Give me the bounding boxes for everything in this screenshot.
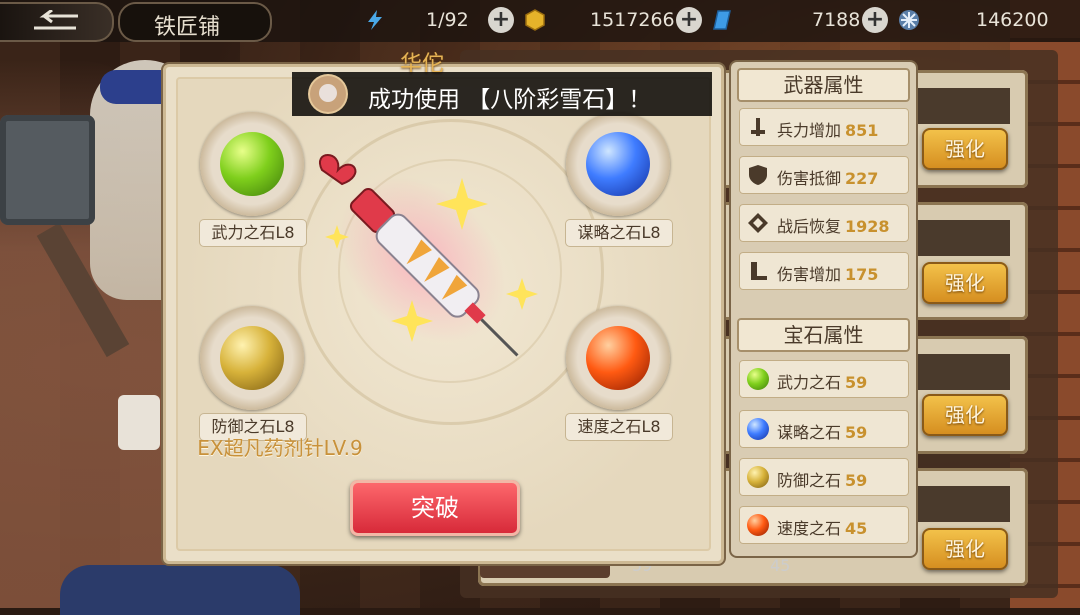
- syringe-weapon-icon: [319, 154, 538, 357]
- add-gold-button[interactable]: +: [676, 7, 702, 33]
- gem-label: 速度之石L8: [566, 414, 672, 440]
- attr-name: 谋略之石: [777, 423, 842, 442]
- attr-value: 59: [845, 423, 868, 442]
- green-gem-icon: [220, 132, 284, 196]
- gold-gem-icon: [220, 326, 284, 390]
- gem-label: 谋略之石L8: [566, 220, 672, 246]
- attr-name: 武力之石: [777, 373, 842, 392]
- hammer-icon: [0, 115, 95, 225]
- weapon-attr-row: 战后恢复 1928: [739, 204, 909, 242]
- toast-message: 成功使用 【八阶彩雪石】！: [368, 87, 652, 113]
- recover-icon: [748, 213, 768, 233]
- blue-gem-icon: [586, 132, 650, 196]
- gem-label: 武力之石L8: [200, 220, 306, 246]
- add-stamina-button[interactable]: +: [488, 7, 514, 33]
- attr-value: 45: [845, 519, 868, 538]
- red-gem-icon: [586, 326, 650, 390]
- strengthen-button[interactable]: 强化: [922, 128, 1008, 170]
- page-title: 铁匠铺: [154, 15, 221, 40]
- top-bar: 铁匠铺 1/92 + 1517266 + 7188 + 146200: [0, 0, 1080, 42]
- strengthen-button[interactable]: 强化: [922, 528, 1008, 570]
- attr-value: 227: [845, 169, 879, 188]
- crystal-value: 7188: [812, 9, 861, 31]
- avatar: [310, 76, 346, 112]
- back-button[interactable]: [0, 2, 114, 42]
- attr-name: 防御之石: [777, 471, 842, 490]
- gold-resource: 1517266 +: [524, 7, 704, 35]
- strengthen-button[interactable]: 强化: [922, 394, 1008, 436]
- green-gem-icon: [747, 368, 769, 390]
- attr-name: 伤害抵御: [777, 169, 842, 188]
- honor-resource: 146200: [898, 7, 1068, 35]
- gem-attr-row: 防御之石 59: [739, 458, 909, 496]
- strengthen-button[interactable]: 强化: [922, 262, 1008, 304]
- gem-attr-title: 宝石属性: [737, 318, 910, 352]
- attr-name: 兵力增加: [777, 121, 842, 140]
- character-bandage: [118, 395, 160, 450]
- snowflake-icon: [899, 10, 919, 30]
- weapon-attr-row: 伤害增加 175: [739, 252, 909, 290]
- back-arrow-icon: [34, 10, 78, 30]
- crystal-icon: [713, 10, 731, 30]
- stamina-value: 1/92: [426, 9, 469, 31]
- title-bar: 铁匠铺: [118, 2, 272, 42]
- breakthrough-button[interactable]: 突破: [350, 480, 520, 536]
- red-gem-icon: [747, 514, 769, 536]
- gem-attr-row: 速度之石 45: [739, 506, 909, 544]
- gold-gem-icon: [747, 466, 769, 488]
- gold-value: 1517266: [590, 9, 675, 31]
- attr-name: 战后恢复: [777, 217, 842, 236]
- attr-name: 伤害增加: [777, 265, 842, 284]
- weapon-attr-row: 兵力增加 851: [739, 108, 909, 146]
- weapon-attr-title: 武器属性: [737, 68, 910, 102]
- attr-value: 59: [845, 373, 868, 392]
- attr-name: 速度之石: [777, 519, 842, 538]
- gold-coin-icon: [525, 9, 545, 31]
- damage-icon: [751, 262, 767, 280]
- attr-value: 1928: [845, 217, 890, 236]
- weapon-attr-row: 伤害抵御 227: [739, 156, 909, 194]
- gem-attr-row: 谋略之石 59: [739, 410, 909, 448]
- gem-attr-row: 武力之石 59: [739, 360, 909, 398]
- attr-value: 59: [845, 471, 868, 490]
- attr-value: 175: [845, 265, 879, 284]
- troops-icon: [751, 118, 765, 136]
- toast-notification: 成功使用 【八阶彩雪石】！: [292, 72, 712, 116]
- add-crystal-button[interactable]: +: [862, 7, 888, 33]
- shield-icon: [749, 165, 767, 185]
- lightning-icon: [368, 10, 382, 30]
- item-name: EX超凡药剂针LV.9: [197, 436, 363, 460]
- bottom-stat-value: 45: [770, 556, 791, 575]
- attr-value: 851: [845, 121, 879, 140]
- honor-value: 146200: [976, 9, 1049, 31]
- stamina-resource: 1/92 +: [362, 7, 522, 35]
- attribute-panel: 武器属性 兵力增加 851 伤害抵御 227 战后恢复 1928 伤害增加 175 宝石…: [731, 62, 916, 556]
- crystal-resource: 7188 +: [712, 7, 892, 35]
- blue-gem-icon: [747, 418, 769, 440]
